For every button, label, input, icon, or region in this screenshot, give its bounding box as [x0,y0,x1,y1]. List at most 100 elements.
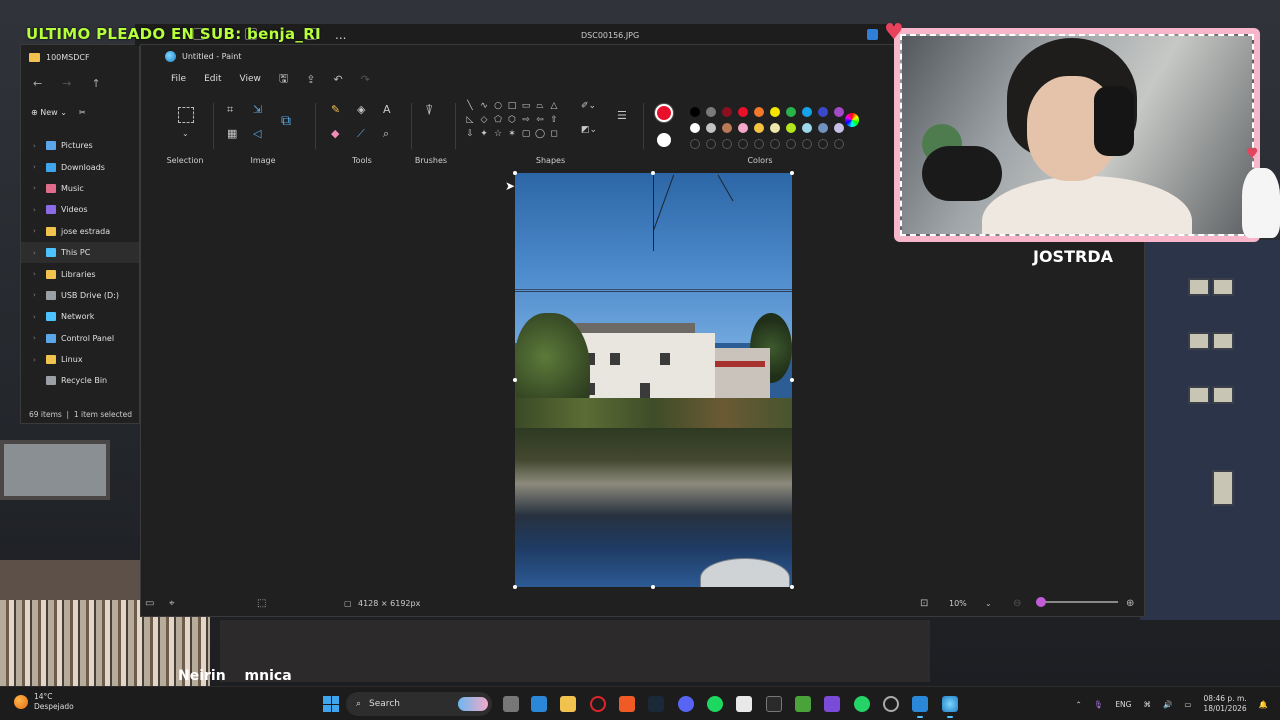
nav-item[interactable]: Recycle Bin [21,370,139,391]
menu-file[interactable]: File [171,74,186,84]
color-swatch[interactable] [770,123,780,133]
resize-handle[interactable] [790,171,794,175]
nav-item[interactable]: › This PC [21,241,139,264]
custom-color-slot[interactable] [802,139,812,149]
canvas-image[interactable] [515,173,792,587]
chevron-right-icon[interactable]: › [33,184,41,192]
fill-style-icon[interactable]: ◩⌄ [581,125,597,135]
start-button[interactable] [323,696,339,712]
shapes-grid[interactable]: ╲ ∿ ○ □ ▭ ⏢ △ ◺ ◇ ⬠ ⬡ ⇨ ⇦ ⇧ ⇩ ✦ ☆ ✶ ▢ ◯ ◻ [463,101,561,143]
fit-to-window-icon[interactable]: ⊡ [920,598,928,609]
chevron-right-icon[interactable]: › [33,291,41,299]
zoom-out-icon[interactable]: ⊖ [1013,598,1021,609]
color1-swatch[interactable] [655,104,673,122]
color2-swatch[interactable] [657,133,671,147]
nav-item[interactable]: › Linux [21,349,139,370]
search-box[interactable]: ⌕ Search [346,692,492,716]
language-indicator[interactable]: ENG [1115,700,1131,709]
minecraft-icon[interactable] [795,696,811,712]
edit-colors-icon[interactable] [845,113,859,127]
chevron-up-icon[interactable]: ⌃ [1075,700,1081,709]
file-explorer-icon[interactable] [560,696,576,712]
custom-color-slot[interactable] [818,139,828,149]
weather-widget[interactable]: 14°C Despejado [14,692,74,712]
color-swatch[interactable] [706,107,716,117]
windows-app-icon[interactable] [531,696,547,712]
network-icon[interactable]: ⌘ [1143,700,1151,709]
nav-item[interactable]: › Network [21,306,139,327]
color-swatch[interactable] [802,123,812,133]
color-swatch[interactable] [722,107,732,117]
custom-color-slot[interactable] [786,139,796,149]
rotate-icon[interactable]: ◁ [253,127,261,140]
color-swatch[interactable] [706,123,716,133]
color-swatch[interactable] [690,123,700,133]
save-icon[interactable]: 🖫 [279,70,288,89]
nav-item[interactable]: › USB Drive (D:) [21,285,139,306]
color-swatch[interactable] [786,107,796,117]
more-options-icon[interactable]: ... [335,28,346,42]
text-icon[interactable]: A [383,103,391,116]
share-icon[interactable]: ⇪ [306,73,315,86]
back-arrow-icon[interactable]: ← [33,77,42,90]
spotify-icon[interactable] [707,696,723,712]
image-select-icon[interactable]: ⧉ [281,113,291,129]
paint-pin-icon[interactable] [867,29,878,40]
new-button[interactable]: ⊕ New ⌄ [31,108,67,117]
display-icon[interactable]: ▭ [145,598,154,609]
cut-icon[interactable]: ✂ [79,108,86,117]
volume-icon[interactable]: 🔊 [1163,700,1172,709]
microphone-icon[interactable]: 🎙 [1094,700,1104,709]
custom-color-slot[interactable] [706,139,716,149]
chevron-right-icon[interactable]: › [33,313,41,321]
task-view-icon[interactable] [503,696,519,712]
color-swatch[interactable] [834,123,844,133]
up-arrow-icon[interactable]: ↑ [91,77,100,90]
remove-background-icon[interactable]: ▦ [227,127,237,140]
resize-handle[interactable] [790,378,794,382]
color-swatch[interactable] [738,107,748,117]
nav-item[interactable]: › Downloads [21,156,139,177]
chevron-right-icon[interactable]: › [33,249,41,257]
nav-item[interactable]: › Libraries [21,263,139,284]
color-swatch[interactable] [738,123,748,133]
chevron-right-icon[interactable]: › [33,142,41,150]
notifications-icon[interactable]: 🔔 [1259,700,1268,709]
color-swatch[interactable] [818,123,828,133]
obs-icon[interactable] [883,696,899,712]
nav-item[interactable]: › Videos [21,199,139,220]
nav-item[interactable]: › Pictures [21,135,139,156]
steam-icon[interactable] [648,696,664,712]
notepad-icon[interactable] [736,696,752,712]
zoom-slider-thumb[interactable] [1036,597,1046,607]
outline-icon[interactable]: ✐⌄ [581,101,596,111]
color-swatch[interactable] [802,107,812,117]
resize-handle[interactable] [513,171,517,175]
color-swatch[interactable] [754,123,764,133]
redo-icon[interactable]: ↷ [361,73,370,86]
chevron-right-icon[interactable]: › [33,227,41,235]
battery-icon[interactable]: ▭ [1184,700,1191,709]
color-swatch[interactable] [834,107,844,117]
color-swatch[interactable] [770,107,780,117]
magnifier-icon[interactable]: ⌕ [383,127,389,141]
whatsapp-icon[interactable] [854,696,870,712]
chevron-right-icon[interactable]: › [33,334,41,342]
epic-games-icon[interactable] [766,696,782,712]
zoom-slider[interactable] [1036,597,1118,607]
custom-color-slot[interactable] [770,139,780,149]
eraser-icon[interactable]: ◆ [331,127,339,140]
chevron-right-icon[interactable]: › [33,206,41,214]
selection-icon[interactable] [178,107,194,123]
nav-item[interactable]: › Music [21,178,139,199]
chevron-down-icon[interactable]: ⌄ [985,599,992,608]
crop-icon[interactable]: ⌗ [227,103,233,117]
color-swatch[interactable] [690,107,700,117]
resize-handle[interactable] [513,585,517,589]
color-swatch[interactable] [786,123,796,133]
fill-icon[interactable]: ◈ [357,103,365,116]
chevron-down-icon[interactable]: ⌄ [182,129,189,138]
color-picker-icon[interactable]: ⟋ [357,127,365,141]
color-swatch[interactable] [722,123,732,133]
menu-view[interactable]: View [240,74,261,84]
